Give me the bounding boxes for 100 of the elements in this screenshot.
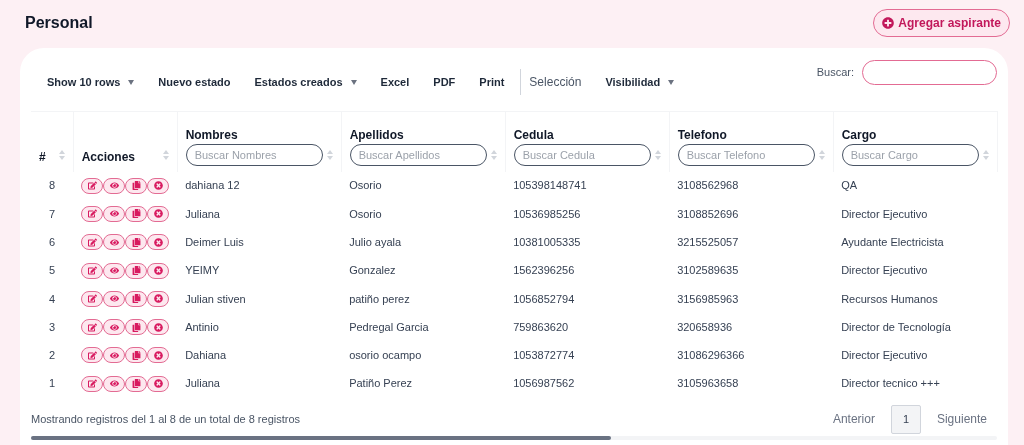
column-header: Cedula (513, 126, 555, 144)
pagination-link[interactable]: Anterior (824, 404, 883, 434)
table-cell: QA (841, 179, 858, 192)
edit-icon (87, 209, 97, 219)
toolbar-button[interactable]: PDF (425, 73, 464, 91)
dropdown-button[interactable]: Estados creados (246, 73, 365, 91)
column-filter-field[interactable]: Buscar Cargo (841, 143, 979, 166)
action-button[interactable] (81, 319, 104, 336)
action-button[interactable] (147, 234, 170, 251)
action-button[interactable] (103, 319, 126, 336)
action-button[interactable] (103, 290, 126, 307)
toolbar-button[interactable]: Excel (372, 73, 418, 91)
action-button[interactable] (81, 375, 104, 392)
column-filter-field[interactable]: Buscar Telefono (677, 143, 815, 166)
eye-icon (109, 181, 119, 191)
action-button[interactable] (147, 319, 170, 336)
eye-icon (109, 350, 119, 360)
action-button[interactable] (125, 262, 148, 279)
edit-icon (87, 379, 97, 389)
column-header: Telefono (677, 126, 728, 144)
edit-icon (87, 294, 97, 304)
copy-icon (131, 266, 141, 276)
action-button[interactable] (103, 205, 126, 222)
column-filter-field[interactable]: Buscar Cedula (513, 143, 651, 166)
column-header: Cargo (841, 126, 878, 144)
action-button[interactable] (81, 290, 104, 307)
copy-icon (131, 209, 141, 219)
table-cell: Dahiana (185, 349, 227, 362)
table-cell: Director Ejecutivo (841, 264, 928, 277)
action-button[interactable] (125, 205, 148, 222)
column-header: Nombres (185, 126, 239, 144)
table-cell: 1562396256 (513, 264, 575, 277)
sort-icon (162, 149, 169, 160)
action-button[interactable] (103, 347, 126, 364)
action-button[interactable] (103, 177, 126, 194)
table-cell: Director Ejecutivo (841, 207, 928, 220)
search-field[interactable] (862, 60, 997, 85)
table-cell: 5 (49, 264, 56, 277)
action-button[interactable] (81, 262, 104, 279)
sort-icon (58, 149, 65, 160)
table-cell: Juliana (185, 207, 220, 220)
toolbar-button[interactable]: Nuevo estado (150, 73, 239, 91)
action-button[interactable] (147, 205, 170, 222)
action-button[interactable] (81, 347, 104, 364)
table-cell: 3102589635 (677, 264, 739, 277)
action-button[interactable] (103, 234, 126, 251)
table-cell: Director Ejecutivo (841, 349, 928, 362)
table-cell: 3108562968 (677, 179, 739, 192)
action-button[interactable] (125, 319, 148, 336)
toolbar-button[interactable]: Selección (520, 69, 590, 95)
table-cell: Director tecnico +++ (841, 377, 940, 390)
sort-icon (490, 149, 497, 160)
add-button[interactable]: Agregar aspirante (873, 9, 1010, 37)
table-cell: Antinio (185, 320, 219, 333)
action-button[interactable] (125, 234, 148, 251)
toolbar-button[interactable]: Print (471, 73, 513, 91)
table-cell: Ayudante Electricista (841, 236, 944, 248)
action-button[interactable] (147, 177, 170, 194)
table-info: Mostrando registros del 1 al 8 de un total de 8 registros (31, 412, 301, 428)
action-button[interactable] (125, 290, 148, 307)
table-cell: 1 (49, 377, 56, 390)
table-cell: 4 (49, 292, 56, 305)
table-cell: 105398148741 (513, 179, 587, 192)
action-button[interactable] (125, 177, 148, 194)
column-filter-field[interactable]: Buscar Apellidos (349, 143, 487, 166)
copy-icon (131, 237, 141, 247)
dropdown-button[interactable]: Visibilidad (597, 73, 683, 91)
table-cell: 7 (49, 207, 56, 220)
scrollbar-thumb[interactable] (31, 435, 611, 440)
column-filter-field[interactable]: Buscar Nombres (185, 143, 323, 166)
action-button[interactable] (147, 262, 170, 279)
table-cell: 1053872774 (513, 349, 575, 362)
table-cell: osorio ocampo (349, 349, 422, 362)
table-cell: 3215525057 (677, 236, 739, 248)
table-cell: 8 (49, 179, 56, 192)
action-button[interactable] (103, 375, 126, 392)
action-button[interactable] (81, 234, 104, 251)
copy-icon (131, 350, 141, 360)
table-cell: Recursos Humanos (841, 292, 938, 305)
table-cell: dahiana 12 (185, 179, 240, 192)
action-button[interactable] (81, 177, 104, 194)
table-cell: 10381005335 (513, 236, 581, 248)
table-cell: Patiño Perez (349, 377, 413, 390)
action-button[interactable] (81, 205, 104, 222)
page-title: Personal (25, 13, 93, 33)
action-button[interactable] (125, 347, 148, 364)
action-button[interactable] (147, 375, 170, 392)
action-button[interactable] (147, 347, 170, 364)
dropdown-button[interactable]: Show 10 rows (39, 73, 143, 91)
edit-icon (87, 237, 97, 247)
eye-icon (109, 237, 119, 247)
action-button[interactable] (147, 290, 170, 307)
copy-icon (131, 181, 141, 191)
page-button[interactable]: 1 (890, 404, 921, 434)
pagination-link[interactable]: Siguiente (928, 404, 995, 434)
table-cell: 3156985963 (677, 292, 739, 305)
table-cell: Juliana (185, 377, 220, 390)
table-cell: patiño perez (349, 292, 410, 305)
action-button[interactable] (125, 375, 148, 392)
action-button[interactable] (103, 262, 126, 279)
